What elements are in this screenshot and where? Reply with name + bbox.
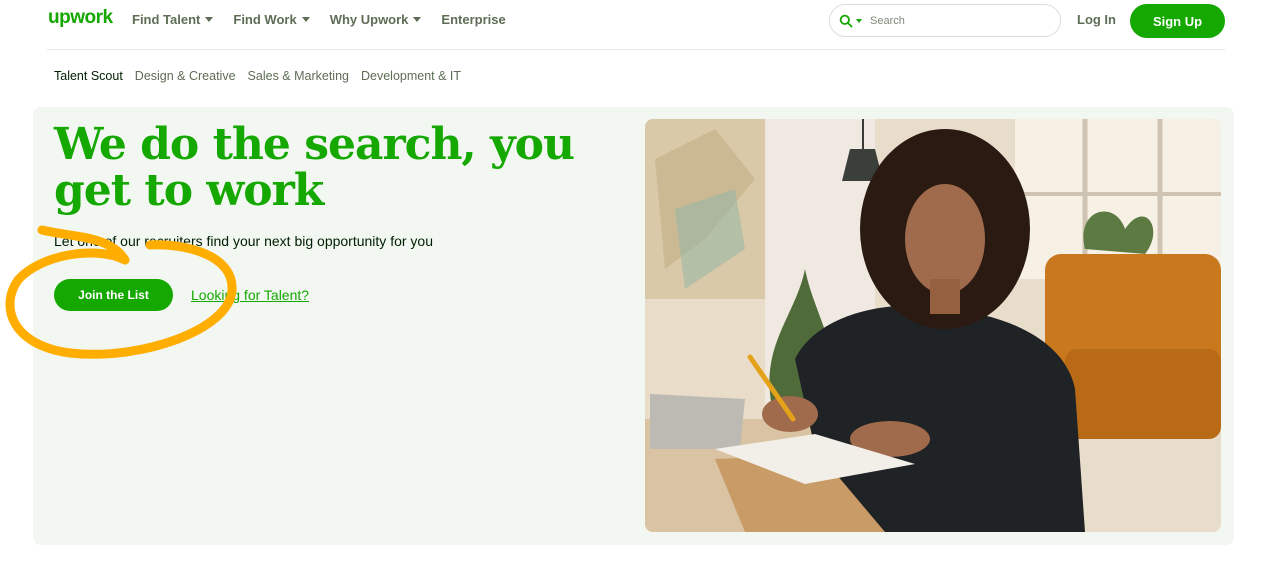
search-type-caret-icon[interactable] bbox=[856, 18, 862, 23]
search-input[interactable] bbox=[870, 14, 1050, 27]
nav-find-talent[interactable]: Find Talent bbox=[132, 12, 214, 27]
hero-photo-illustration bbox=[645, 119, 1221, 532]
search-box[interactable] bbox=[829, 4, 1061, 37]
subnav-design-creative[interactable]: Design & Creative bbox=[135, 69, 236, 83]
login-link[interactable]: Log In bbox=[1077, 12, 1116, 27]
join-the-list-button[interactable]: Join the List bbox=[54, 279, 173, 311]
nav-divider bbox=[47, 49, 1225, 50]
woman-writing-photo bbox=[645, 119, 1221, 532]
nav-find-work-label: Find Work bbox=[233, 12, 297, 27]
top-navigation: upwork Find Talent Find Work Why Upwork … bbox=[0, 0, 1280, 50]
nav-enterprise-label: Enterprise bbox=[441, 12, 506, 27]
chevron-down-icon bbox=[301, 17, 310, 22]
nav-why-upwork-label: Why Upwork bbox=[329, 12, 409, 27]
nav-find-talent-label: Find Talent bbox=[132, 12, 201, 27]
nav-why-upwork[interactable]: Why Upwork bbox=[330, 12, 422, 27]
subnav-sales-marketing[interactable]: Sales & Marketing bbox=[248, 69, 349, 83]
search-icon[interactable] bbox=[839, 14, 853, 28]
hero-title: We do the search, you get to work bbox=[54, 119, 575, 216]
hero-subtitle: Let one of our recruiters find your next… bbox=[54, 233, 433, 249]
chevron-down-icon bbox=[205, 17, 214, 22]
category-subnav: Talent Scout Design & Creative Sales & M… bbox=[54, 69, 473, 83]
subnav-talent-scout[interactable]: Talent Scout bbox=[54, 69, 123, 83]
main-nav-links: Find Talent Find Work Why Upwork Enterpr… bbox=[132, 12, 526, 27]
nav-enterprise[interactable]: Enterprise bbox=[441, 12, 505, 27]
looking-for-talent-link[interactable]: Looking for Talent? bbox=[191, 287, 309, 303]
subnav-development-it[interactable]: Development & IT bbox=[361, 69, 461, 83]
signup-button[interactable]: Sign Up bbox=[1130, 4, 1225, 38]
upwork-logo[interactable]: upwork bbox=[48, 7, 113, 29]
chevron-down-icon bbox=[413, 17, 422, 22]
nav-find-work[interactable]: Find Work bbox=[233, 12, 310, 27]
